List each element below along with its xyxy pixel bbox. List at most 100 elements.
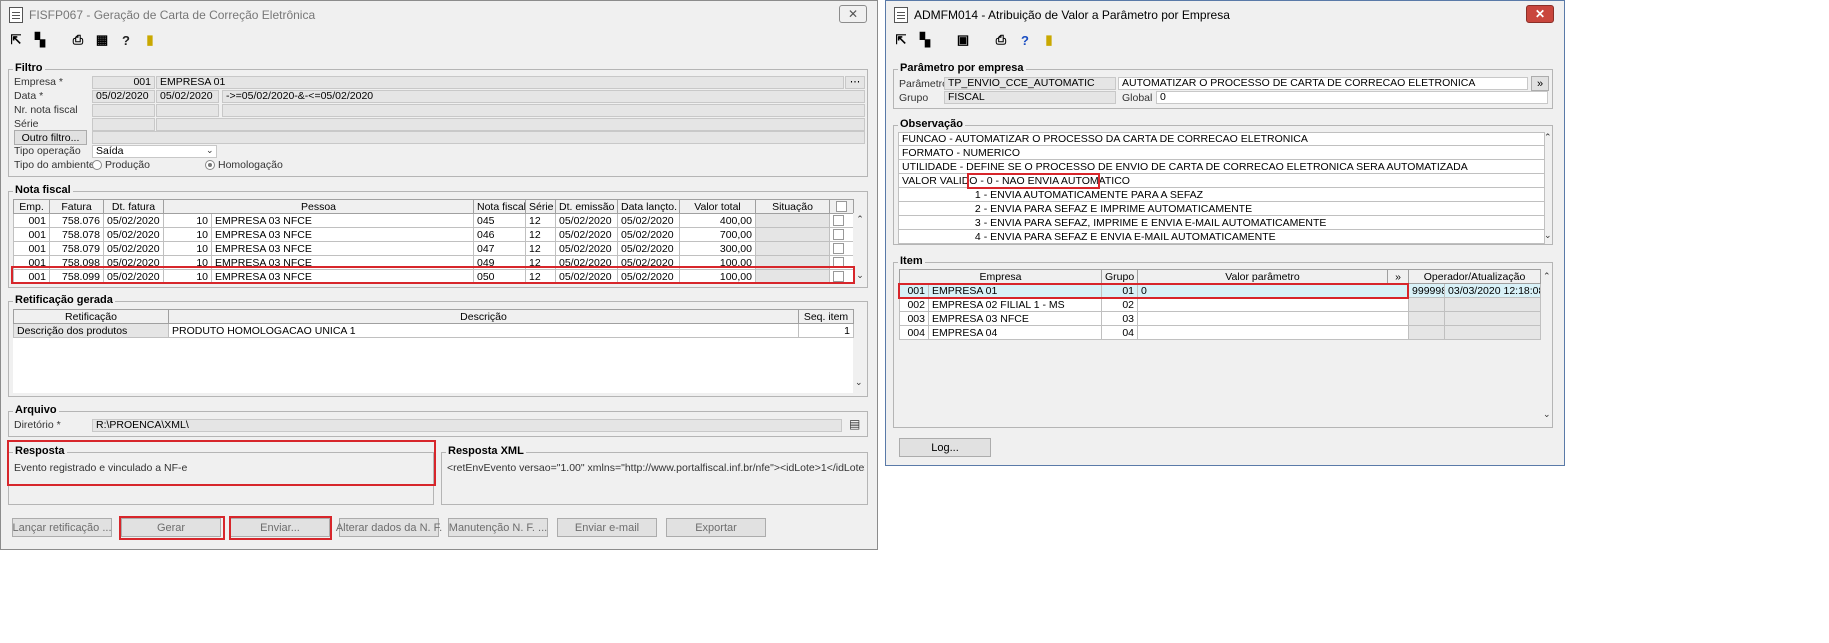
exportar-button[interactable]: Exportar [666, 518, 766, 537]
select-all-icon[interactable] [829, 199, 854, 214]
parametro-more-button[interactable]: » [1531, 76, 1549, 91]
resposta-group: Resposta Evento registrado e vinculado a… [8, 445, 434, 505]
close-button[interactable]: ✕ [1526, 5, 1554, 23]
cell: 12 [525, 213, 556, 228]
producao-radio[interactable]: Produção [92, 159, 150, 171]
obs-line: VALOR VALIDO - 0 - NAO ENVIA AUTOMATICO [899, 175, 1544, 188]
cell: 10 [163, 227, 212, 242]
chevron-down-icon[interactable]: ⌄ [206, 145, 214, 156]
col-header[interactable]: Emp. [13, 199, 50, 214]
col-header[interactable]: Seq. item [798, 309, 854, 324]
resposta-xml-label: Resposta XML [446, 445, 526, 457]
expand-button[interactable]: » [1387, 269, 1410, 284]
nr-nota-field[interactable] [92, 104, 155, 117]
serie-field[interactable] [92, 118, 155, 131]
table-row-selected[interactable]: 001 758.099 05/02/2020 10 EMPRESA 03 NFCE 050… [13, 269, 854, 284]
close-button[interactable]: ✕ [839, 5, 867, 23]
valor-parametro-cell[interactable] [1137, 325, 1410, 340]
cell: EMPRESA 03 NFCE [211, 213, 474, 228]
diretorio-field[interactable]: R:\PROENCA\XML\ [92, 419, 842, 432]
col-header[interactable]: Descrição [168, 309, 799, 324]
scroll-down-icon[interactable]: ⌄ [1544, 230, 1552, 241]
row-checkbox[interactable] [829, 255, 854, 270]
data-expression-field: ->=05/02/2020-&-<=05/02/2020 [222, 90, 865, 103]
scroll-up-icon[interactable]: ⌃ [1543, 271, 1551, 282]
valor-parametro-cell[interactable] [1137, 297, 1410, 312]
help-icon[interactable]: ? [1016, 31, 1034, 49]
resposta-xml-text: <retEnvEvento versao="1.00" xmlns="http:… [447, 462, 865, 474]
scroll-down-icon[interactable]: ⌄ [1543, 409, 1551, 420]
scroll-down-icon[interactable]: ⌄ [855, 377, 863, 388]
tipo-operacao-select[interactable]: Saída [92, 145, 217, 158]
alterar-dados-button[interactable]: Alterar dados da N. F. [336, 518, 442, 537]
col-header[interactable]: Operador/Atualização [1408, 269, 1542, 284]
save-icon[interactable]: ▣ [954, 31, 972, 49]
table-row[interactable]: 001 758.078 05/02/2020 10 EMPRESA 03 NFCE 046… [13, 227, 854, 242]
parametro-code-field[interactable]: TP_ENVIO_CCE_AUTOMATIC [944, 77, 1116, 90]
col-header[interactable]: Série [525, 199, 556, 214]
homologacao-radio[interactable]: Homologação [205, 159, 283, 171]
obs-line: 2 - ENVIA PARA SEFAZ E IMPRIME AUTOMATIC… [899, 203, 1544, 216]
row-checkbox[interactable] [829, 213, 854, 228]
help-icon[interactable]: ? [117, 31, 135, 49]
col-header[interactable]: Retificação [13, 309, 169, 324]
data-to-field[interactable]: 05/02/2020 [156, 90, 219, 103]
col-header[interactable]: Dt. emissão [555, 199, 618, 214]
cell: 100,00 [679, 255, 756, 270]
cell: 001 [13, 255, 50, 270]
empresa-code-field[interactable]: 001 [92, 76, 155, 89]
window-icon[interactable]: ▚ [31, 31, 49, 49]
data-from-field[interactable]: 05/02/2020 [92, 90, 155, 103]
log-button[interactable]: Log... [899, 438, 991, 457]
col-header[interactable]: Valor total [679, 199, 756, 214]
valor-parametro-cell[interactable] [1137, 311, 1410, 326]
lancar-retificacao-button[interactable]: Lançar retificação ... [12, 518, 112, 537]
printer-icon[interactable]: ⎙ [69, 31, 87, 49]
table-row[interactable]: 001 758.076 05/02/2020 10 EMPRESA 03 NFCE 045… [13, 213, 854, 228]
table-row[interactable]: 003 EMPRESA 03 NFCE 03 [899, 311, 1542, 326]
exit-icon[interactable]: ⇱ [7, 31, 25, 49]
cell: 049 [473, 255, 526, 270]
scroll-up-icon[interactable]: ⌃ [853, 213, 867, 225]
enviar-button[interactable]: Enviar... [230, 518, 330, 537]
door-exit-icon[interactable]: ▮ [141, 31, 159, 49]
enviar-email-button[interactable]: Enviar e-mail [557, 518, 657, 537]
col-header[interactable]: Grupo [1101, 269, 1139, 284]
col-header[interactable]: Situação [755, 199, 830, 214]
door-exit-icon[interactable]: ▮ [1040, 31, 1058, 49]
lookup-icon[interactable]: ⋯ [845, 76, 865, 89]
row-checkbox[interactable] [829, 269, 854, 284]
gerar-button[interactable]: Gerar [121, 518, 221, 537]
homologacao-label: Homologação [218, 159, 283, 171]
row-checkbox[interactable] [829, 227, 854, 242]
valor-parametro-cell[interactable]: 0 [1137, 283, 1410, 298]
col-header[interactable]: Fatura [49, 199, 104, 214]
col-header[interactable]: Valor parâmetro [1137, 269, 1389, 284]
col-header[interactable]: Empresa [898, 269, 1103, 284]
cell: 12 [525, 227, 556, 242]
cell: EMPRESA 03 NFCE [927, 311, 1103, 326]
table-row[interactable]: 002 EMPRESA 02 FILIAL 1 - MS 02 [899, 297, 1542, 312]
calculator-icon[interactable]: ▦ [93, 31, 111, 49]
folder-icon[interactable]: ▤ [849, 417, 860, 431]
scroll-up-icon[interactable]: ⌃ [1544, 132, 1552, 143]
table-row[interactable]: Descrição dos produtos PRODUTO HOMOLOGAC… [13, 323, 854, 338]
col-header[interactable]: Nota fiscal [473, 199, 526, 214]
col-header[interactable]: Pessoa [163, 199, 474, 214]
manutencao-nf-button[interactable]: Manutenção N. F. ... [448, 518, 548, 537]
window-icon[interactable]: ▚ [916, 31, 934, 49]
table-row[interactable]: 004 EMPRESA 04 04 [899, 325, 1542, 340]
cell: 758.099 [49, 269, 104, 284]
table-row[interactable]: 001 758.098 05/02/2020 10 EMPRESA 03 NFCE 049… [13, 255, 854, 270]
nota-scrollbar[interactable]: ⌃ ⌄ [853, 213, 867, 283]
table-row[interactable]: 001 758.079 05/02/2020 10 EMPRESA 03 NFCE 047… [13, 241, 854, 256]
scroll-down-icon[interactable]: ⌄ [853, 269, 867, 281]
col-header[interactable]: Dt. fatura [103, 199, 164, 214]
col-header[interactable]: Data lançto. [617, 199, 680, 214]
printer-icon[interactable]: ⎙ [992, 31, 1010, 49]
outro-filtro-button[interactable]: Outro filtro... [14, 130, 87, 145]
exit-icon[interactable]: ⇱ [892, 31, 910, 49]
row-checkbox[interactable] [829, 241, 854, 256]
table-row-selected[interactable]: 001 EMPRESA 01 01 0 999998 03/03/2020 12… [899, 283, 1542, 298]
global-field[interactable]: 0 [1156, 91, 1548, 104]
